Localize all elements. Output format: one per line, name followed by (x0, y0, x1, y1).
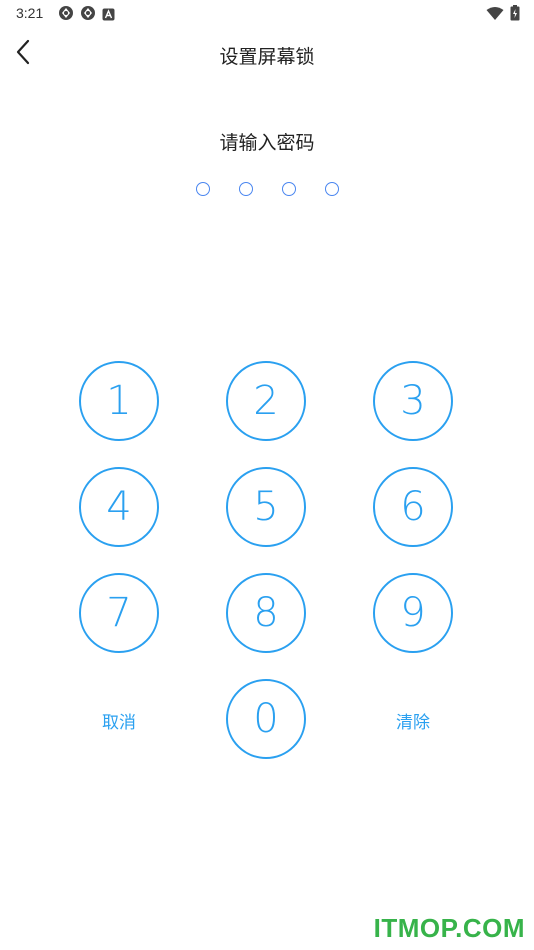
aperture-icon (80, 5, 96, 25)
key-8[interactable]: 8 (226, 573, 306, 653)
cancel-button[interactable]: 取消 (79, 705, 159, 735)
pin-dot (238, 182, 253, 196)
pin-dot (195, 182, 210, 196)
wifi-icon (486, 6, 504, 25)
key-3[interactable]: 3 (373, 361, 453, 441)
pin-dot (324, 182, 339, 196)
battery-charging-icon (510, 5, 520, 25)
aperture-icon (58, 5, 74, 25)
page-title: 设置屏幕锁 (219, 46, 315, 68)
pin-indicator (0, 182, 534, 196)
status-bar: 3:21 (0, 0, 534, 28)
pin-dot (281, 182, 296, 196)
status-time: 3:21 (16, 5, 44, 21)
watermark: ITMOP.COM (373, 913, 525, 943)
key-7[interactable]: 7 (79, 573, 159, 653)
a-badge-icon (102, 6, 115, 25)
header: 设置屏幕锁 (0, 34, 534, 74)
key-4[interactable]: 4 (79, 467, 159, 547)
password-prompt: 请输入密码 (219, 132, 315, 154)
key-1[interactable]: 1 (79, 361, 159, 441)
status-icons-left (58, 5, 115, 25)
status-icons-right (486, 5, 520, 25)
key-0[interactable]: 0 (226, 679, 306, 759)
key-2[interactable]: 2 (226, 361, 306, 441)
key-5[interactable]: 5 (226, 467, 306, 547)
clear-button[interactable]: 清除 (373, 705, 453, 735)
key-6[interactable]: 6 (373, 467, 453, 547)
key-9[interactable]: 9 (373, 573, 453, 653)
